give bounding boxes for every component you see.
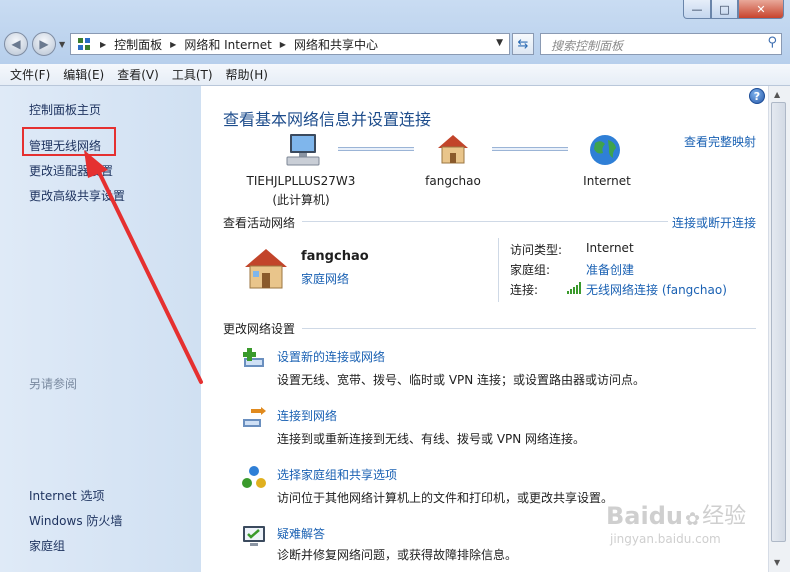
address-dropdown-icon[interactable]: ▼ bbox=[496, 38, 503, 48]
task-setup-connection[interactable]: 设置新的连接或网络 bbox=[277, 348, 385, 365]
vertical-divider bbox=[498, 238, 499, 302]
network-type-link[interactable]: 家庭网络 bbox=[301, 270, 349, 287]
history-dropdown-icon[interactable]: ▼ bbox=[59, 40, 65, 49]
task-setup-connection-desc: 设置无线、宽带、拨号、临时或 VPN 连接；或设置路由器或访问点。 bbox=[277, 373, 646, 387]
menu-file[interactable]: 文件(F) bbox=[10, 66, 50, 83]
computer-name: TIEHJLPLLUS27W3 bbox=[246, 174, 356, 188]
sidebar-item-windows-firewall[interactable]: Windows 防火墙 bbox=[29, 512, 122, 529]
map-network-name: fangchao bbox=[425, 174, 481, 188]
control-panel-icon bbox=[78, 38, 90, 50]
address-input[interactable]: ▶ 控制面板 ▶ 网络和 Internet ▶ 网络和共享中心 ▼ bbox=[70, 33, 510, 55]
network-link-line bbox=[492, 147, 568, 151]
menu-bar: 文件(F) 编辑(E) 查看(V) 工具(T) 帮助(H) bbox=[0, 64, 790, 86]
search-placeholder: 搜索控制面板 bbox=[551, 39, 624, 53]
menu-view[interactable]: 查看(V) bbox=[117, 66, 159, 83]
refresh-icon: ⇆ bbox=[517, 36, 529, 52]
sidebar-item-adapter-settings[interactable]: 更改适配器设置 bbox=[29, 162, 113, 179]
home-network-icon bbox=[245, 249, 287, 289]
maximize-button[interactable]: □ bbox=[711, 0, 738, 19]
wireless-connection-link[interactable]: 无线网络连接 (fangchao) bbox=[586, 281, 727, 298]
breadcrumb-control-panel[interactable]: 控制面板 bbox=[114, 36, 162, 53]
section-divider bbox=[302, 221, 668, 222]
help-icon[interactable]: ? bbox=[749, 88, 765, 104]
task-connect-network-desc: 连接到或重新连接到无线、有线、拨号或 VPN 网络连接。 bbox=[277, 432, 586, 446]
full-map-link[interactable]: 查看完整映射 bbox=[684, 133, 756, 150]
troubleshoot-icon bbox=[243, 526, 265, 546]
annotation-highlight-box bbox=[22, 127, 116, 156]
connect-disconnect-link[interactable]: 连接或断开连接 bbox=[672, 214, 756, 231]
connect-network-icon bbox=[243, 407, 266, 427]
computer-icon[interactable] bbox=[284, 133, 322, 167]
network-link-line bbox=[338, 147, 414, 151]
scrollbar-thumb[interactable] bbox=[771, 102, 786, 542]
sidebar-item-internet-options[interactable]: Internet 选项 bbox=[29, 487, 104, 504]
computer-note: (此计算机) bbox=[272, 193, 330, 207]
breadcrumb-chevron-icon: ▶ bbox=[170, 39, 177, 49]
scroll-down-icon[interactable]: ▼ bbox=[774, 558, 780, 567]
task-troubleshoot[interactable]: 疑难解答 bbox=[277, 525, 325, 542]
menu-edit[interactable]: 编辑(E) bbox=[63, 66, 104, 83]
sidebar-item-advanced-sharing[interactable]: 更改高级共享设置 bbox=[29, 187, 125, 204]
breadcrumb-network-sharing-center[interactable]: 网络和共享中心 bbox=[294, 36, 378, 53]
sidebar-item-control-panel-home[interactable]: 控制面板主页 bbox=[29, 101, 101, 118]
forward-button[interactable]: ▶ bbox=[32, 32, 56, 56]
task-troubleshoot-desc: 诊断并修复网络问题，或获得故障排除信息。 bbox=[277, 548, 518, 562]
active-network-name: fangchao bbox=[301, 249, 369, 264]
arrow-right-icon: ▶ bbox=[39, 37, 49, 51]
page-title: 查看基本网络信息并设置连接 bbox=[223, 110, 432, 129]
active-networks-heading: 查看活动网络 bbox=[223, 216, 296, 230]
task-homegroup-sharing[interactable]: 选择家庭组和共享选项 bbox=[277, 466, 397, 483]
minimize-button[interactable]: — bbox=[683, 0, 711, 19]
map-internet-label: Internet bbox=[583, 174, 631, 188]
homegroup-sharing-icon bbox=[242, 466, 266, 488]
breadcrumb-chevron-icon: ▶ bbox=[100, 39, 107, 49]
paw-icon: ✿ bbox=[684, 509, 701, 530]
change-settings-heading: 更改网络设置 bbox=[223, 322, 296, 336]
close-button[interactable]: ✕ bbox=[738, 0, 784, 19]
access-type-label: 访问类型: bbox=[510, 243, 563, 257]
see-also-heading: 另请参阅 bbox=[29, 377, 78, 391]
task-connect-network[interactable]: 连接到网络 bbox=[277, 407, 337, 424]
watermark-brand: Baidu bbox=[606, 502, 683, 530]
baidu-jingyan-watermark: Baidu ✿ 经验 jingyan.baidu.com bbox=[606, 498, 766, 556]
menu-help[interactable]: 帮助(H) bbox=[226, 66, 268, 83]
connection-label: 连接: bbox=[510, 283, 539, 297]
back-button[interactable]: ◀ bbox=[4, 32, 28, 56]
refresh-button[interactable]: ⇆ bbox=[512, 33, 534, 55]
menu-tools[interactable]: 工具(T) bbox=[172, 66, 213, 83]
new-connection-icon bbox=[243, 348, 264, 367]
breadcrumb-network-internet[interactable]: 网络和 Internet bbox=[184, 36, 271, 53]
globe-icon[interactable] bbox=[588, 133, 622, 167]
sidebar-item-homegroup[interactable]: 家庭组 bbox=[29, 537, 65, 554]
home-network-icon[interactable] bbox=[436, 133, 470, 165]
wifi-signal-icon bbox=[567, 282, 581, 294]
homegroup-label: 家庭组: bbox=[510, 263, 551, 277]
task-homegroup-sharing-desc: 访问位于其他网络计算机上的文件和打印机，或更改共享设置。 bbox=[277, 491, 614, 505]
search-input[interactable]: 搜索控制面板 ⚲ bbox=[540, 33, 782, 55]
search-icon[interactable]: ⚲ bbox=[767, 35, 777, 50]
section-divider bbox=[302, 328, 756, 329]
watermark-brand-cn: 经验 bbox=[702, 504, 747, 529]
homegroup-link[interactable]: 准备创建 bbox=[586, 261, 634, 278]
access-type-value: Internet bbox=[586, 241, 634, 255]
breadcrumb-chevron-icon: ▶ bbox=[279, 39, 286, 49]
arrow-left-icon: ◀ bbox=[11, 37, 21, 51]
scroll-up-icon[interactable]: ▲ bbox=[774, 90, 780, 99]
watermark-url: jingyan.baidu.com bbox=[610, 532, 721, 546]
